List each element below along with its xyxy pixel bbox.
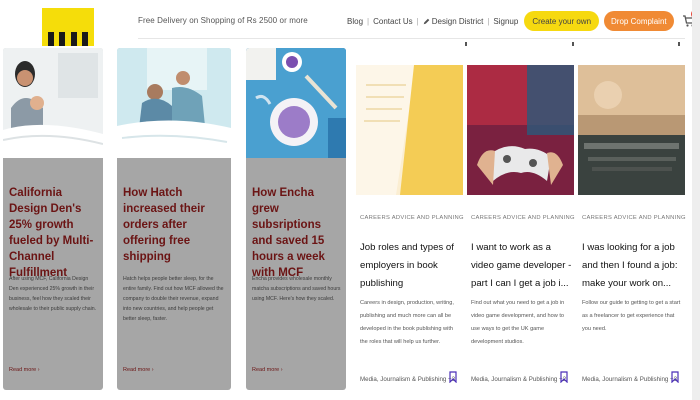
case-study-description: Hatch helps people better sleep, for the… xyxy=(123,276,224,322)
article-tags: Media, Journalism & Publishing +2 xyxy=(471,376,567,383)
bookmark-icon[interactable] xyxy=(449,371,457,383)
nav-divider: | xyxy=(487,16,490,26)
case-study-description: Encha provides wholesale monthly matcha … xyxy=(252,276,341,302)
nav-contact-link[interactable]: Contact Us xyxy=(373,17,413,26)
article-card[interactable]: CAREERS ADVICE AND PLANNING Job roles an… xyxy=(356,65,463,395)
article-title[interactable]: I was looking for a job and then I found… xyxy=(582,239,686,293)
nav-design-district-link[interactable]: Design District xyxy=(423,16,484,26)
bookmark-icon[interactable] xyxy=(671,371,679,383)
brand-logo[interactable] xyxy=(42,8,94,46)
game-controller-photo xyxy=(467,65,574,195)
case-study-card[interactable]: How Encha grew subsriptions and saved 15… xyxy=(246,48,346,390)
case-study-description: After using MCF, California Design Den e… xyxy=(9,276,97,312)
article-description: Find out what you need to get a job in v… xyxy=(471,300,565,345)
article-category: CAREERS ADVICE AND PLANNING xyxy=(582,215,686,221)
top-nav: Blog | Contact Us | Design District | Si… xyxy=(347,9,700,31)
family-photo xyxy=(3,48,103,158)
article-title[interactable]: I want to work as a video game developer… xyxy=(471,239,575,293)
nav-design-district-label: Design District xyxy=(431,16,484,26)
article-tags: Media, Journalism & Publishing +3 xyxy=(360,376,456,383)
article-card[interactable]: CAREERS ADVICE AND PLANNING I was lookin… xyxy=(578,65,685,395)
article-tags: Media, Journalism & Publishing +3 xyxy=(582,376,678,383)
article-description: Follow our guide to getting to get a sta… xyxy=(582,300,681,332)
article-card[interactable]: CAREERS ADVICE AND PLANNING I want to wo… xyxy=(467,65,574,395)
case-study-title: California Design Den's 25% growth fuele… xyxy=(9,187,94,279)
pencil-icon xyxy=(423,18,430,24)
read-more-link[interactable]: Read more › xyxy=(123,367,154,373)
book-page-photo xyxy=(356,65,463,195)
case-study-card[interactable]: California Design Den's 25% growth fuele… xyxy=(3,48,103,390)
article-description: Careers in design, production, writing, … xyxy=(360,300,454,345)
case-study-title: How Encha grew subsriptions and saved 15… xyxy=(252,187,325,279)
header-divider xyxy=(138,38,685,39)
article-category: CAREERS ADVICE AND PLANNING xyxy=(471,215,575,221)
create-your-own-button[interactable]: Create your own xyxy=(524,11,600,31)
matcha-photo xyxy=(246,48,346,158)
article-category: CAREERS ADVICE AND PLANNING xyxy=(360,215,464,221)
nav-divider: | xyxy=(367,16,370,26)
read-more-link[interactable]: Read more › xyxy=(252,367,283,373)
promo-text: Free Delivery on Shopping of Rs 2500 or … xyxy=(138,16,308,25)
page-scrollbar[interactable] xyxy=(692,0,700,400)
read-more-link[interactable]: Read more › xyxy=(9,367,40,373)
drop-complaint-button[interactable]: Drop Complaint xyxy=(604,11,674,31)
family-bed-photo xyxy=(117,48,231,158)
article-title[interactable]: Job roles and types of employers in book… xyxy=(360,239,464,293)
case-study-title: How Hatch increased their orders after o… xyxy=(123,187,205,263)
carousel-markers xyxy=(465,42,680,46)
nav-signup-link[interactable]: Signup xyxy=(493,17,518,26)
nav-blog-link[interactable]: Blog xyxy=(347,17,363,26)
desk-laptop-photo xyxy=(578,65,685,195)
nav-divider: | xyxy=(416,16,419,26)
bookmark-icon[interactable] xyxy=(560,371,568,383)
case-study-card[interactable]: How Hatch increased their orders after o… xyxy=(117,48,231,390)
